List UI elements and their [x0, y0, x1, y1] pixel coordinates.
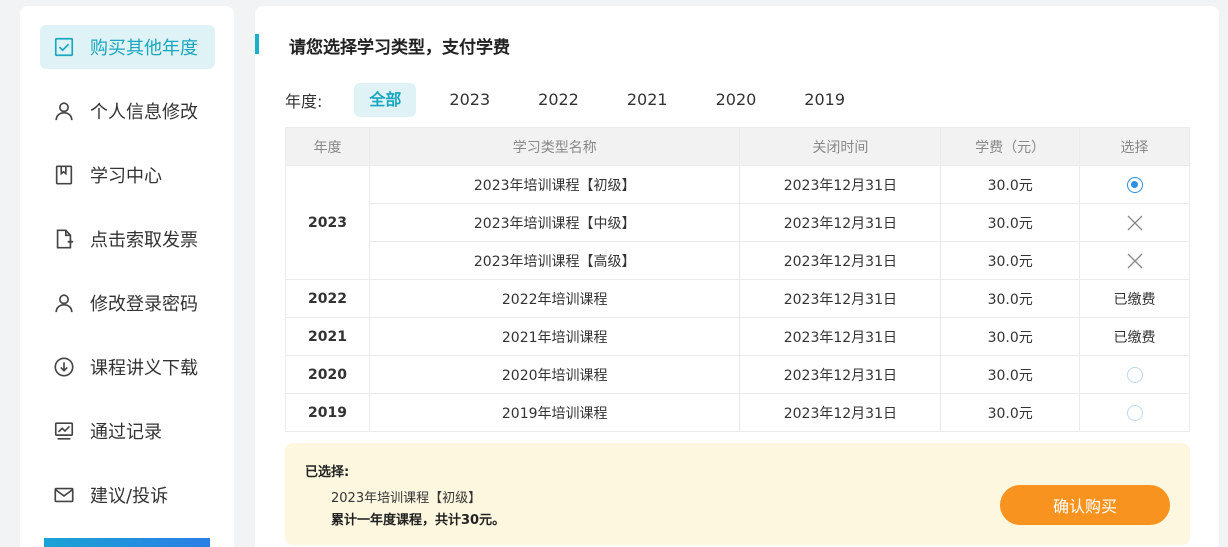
year-cell: 2022 [285, 279, 370, 318]
course-name-cell: 2023年培训课程【中级】 [368, 203, 741, 242]
sidebar-item-pass-records[interactable]: 通过记录 [40, 409, 215, 453]
year-option-2023[interactable]: 2023 [434, 83, 505, 117]
fee-cell: 30.0元 [940, 355, 1081, 394]
year-option-2019[interactable]: 2019 [789, 83, 860, 117]
select-cell [1079, 355, 1190, 394]
table-row: 2019 2019年培训课程 2023年12月31日 30.0元 [285, 393, 1190, 432]
user-lock-icon [52, 291, 76, 315]
title-accent-bar [255, 34, 259, 54]
table-row: 2022 2022年培训课程 2023年12月31日 30.0元 已缴费 [285, 279, 1190, 318]
sidebar-item-label: 购买其他年度 [90, 38, 198, 59]
fee-cell: 30.0元 [940, 279, 1081, 318]
close-time-cell: 2023年12月31日 [739, 317, 942, 356]
selection-summary: 已选择: 2023年培训课程【初级】 累计一年度课程，共计30元。 确认购买 [285, 443, 1190, 545]
select-cell [1079, 241, 1190, 280]
sidebar-item-change-password[interactable]: 修改登录密码 [40, 281, 215, 325]
fee-cell: 30.0元 [940, 203, 1081, 242]
header-close-time: 关闭时间 [739, 127, 942, 166]
fee-cell: 30.0元 [940, 317, 1081, 356]
year-option-2022[interactable]: 2022 [523, 83, 594, 117]
close-time-cell: 2023年12月31日 [739, 165, 942, 204]
close-icon [1127, 215, 1143, 230]
sidebar-banner [44, 538, 210, 547]
close-time-cell: 2023年12月31日 [739, 279, 942, 318]
sidebar-item-label: 修改登录密码 [90, 294, 198, 315]
close-time-cell: 2023年12月31日 [739, 203, 942, 242]
fee-cell: 30.0元 [940, 241, 1081, 280]
close-time-cell: 2023年12月31日 [739, 241, 942, 280]
chart-icon [52, 419, 76, 443]
table-row: 2023 2023年培训课程【初级】 2023年12月31日 30.0元 [285, 165, 1190, 280]
year-option-2021[interactable]: 2021 [612, 83, 683, 117]
fee-cell: 30.0元 [940, 393, 1081, 432]
course-name-cell: 2022年培训课程 [368, 279, 741, 318]
sidebar-item-buy-other-years[interactable]: 购买其他年度 [40, 25, 215, 69]
table-header-row: 年度 学习类型名称 关闭时间 学费（元） 选择 [285, 127, 1190, 166]
sidebar-item-label: 个人信息修改 [90, 102, 198, 123]
summary-total: 累计一年度课程，共计30元。 [331, 513, 506, 528]
sidebar-item-handout-download[interactable]: 课程讲义下载 [40, 345, 215, 389]
sidebar-item-label: 建议/投诉 [90, 486, 169, 507]
checkbox-icon [52, 35, 76, 59]
course-name-cell: 2023年培训课程【高级】 [368, 241, 741, 280]
sidebar-item-label: 学习中心 [90, 166, 162, 187]
course-name-cell: 2019年培训课程 [368, 393, 741, 432]
main-panel: 请您选择学习类型，支付学费 年度: 全部 2023 2022 2021 2020… [255, 6, 1219, 547]
radio-button-selected[interactable] [1126, 176, 1143, 193]
header-course-name: 学习类型名称 [368, 127, 741, 166]
year-option-2020[interactable]: 2020 [701, 83, 772, 117]
close-time-cell: 2023年12月31日 [739, 355, 942, 394]
close-time-cell: 2023年12月31日 [739, 393, 942, 432]
paid-status: 已缴费 [1079, 317, 1190, 356]
download-icon [52, 355, 76, 379]
table-row: 2023年培训课程【高级】 2023年12月31日 30.0元 [286, 241, 1190, 280]
course-name-cell: 2021年培训课程 [368, 317, 741, 356]
user-icon [52, 99, 76, 123]
year-cell: 2021 [285, 317, 370, 356]
summary-selected-item: 2023年培训课程【初级】 [331, 491, 482, 506]
select-cell [1079, 393, 1190, 432]
sidebar-item-label: 课程讲义下载 [90, 358, 198, 379]
year-option-all[interactable]: 全部 [354, 83, 417, 117]
sidebar-item-invoice[interactable]: 点击索取发票 [40, 217, 215, 261]
header-select: 选择 [1079, 127, 1190, 166]
year-cell: 2020 [285, 355, 370, 394]
select-cell [1079, 203, 1190, 242]
select-cell [1079, 165, 1190, 204]
header-fee: 学费（元） [940, 127, 1081, 166]
year-filter: 年度: 全部 2023 2022 2021 2020 2019 [285, 83, 878, 117]
sidebar-item-learning-center[interactable]: 学习中心 [40, 153, 215, 197]
year-cell: 2023 [285, 165, 370, 280]
radio-button[interactable] [1126, 366, 1143, 383]
invoice-icon [52, 227, 76, 251]
course-name-cell: 2023年培训课程【初级】 [368, 165, 741, 204]
sidebar-item-profile-edit[interactable]: 个人信息修改 [40, 89, 215, 133]
mail-icon [52, 483, 76, 507]
close-icon [1127, 253, 1143, 268]
sidebar: 购买其他年度 个人信息修改 学习中心 点击索取发票 修改登录密码 课程讲义下载 [20, 6, 234, 547]
fee-cell: 30.0元 [940, 165, 1081, 204]
book-icon [52, 163, 76, 187]
course-name-cell: 2020年培训课程 [368, 355, 741, 394]
radio-button[interactable] [1126, 404, 1143, 421]
table-row: 2021 2021年培训课程 2023年12月31日 30.0元 已缴费 [285, 317, 1190, 356]
page-title: 请您选择学习类型，支付学费 [289, 38, 510, 58]
course-plan-table: 年度 学习类型名称 关闭时间 学费（元） 选择 2023 2023年培训课程【初… [285, 127, 1190, 432]
sidebar-item-label: 通过记录 [90, 422, 162, 443]
year-filter-label: 年度: [285, 92, 323, 111]
confirm-purchase-button[interactable]: 确认购买 [1000, 485, 1170, 525]
table-row: 2023年培训课程【中级】 2023年12月31日 30.0元 [286, 203, 1190, 242]
paid-status: 已缴费 [1079, 279, 1190, 318]
header-year: 年度 [285, 127, 370, 166]
sidebar-item-label: 点击索取发票 [90, 230, 198, 251]
summary-label: 已选择: [305, 465, 350, 480]
year-cell: 2019 [285, 393, 370, 432]
sidebar-item-feedback[interactable]: 建议/投诉 [40, 473, 215, 517]
table-row: 2020 2020年培训课程 2023年12月31日 30.0元 [285, 355, 1190, 394]
